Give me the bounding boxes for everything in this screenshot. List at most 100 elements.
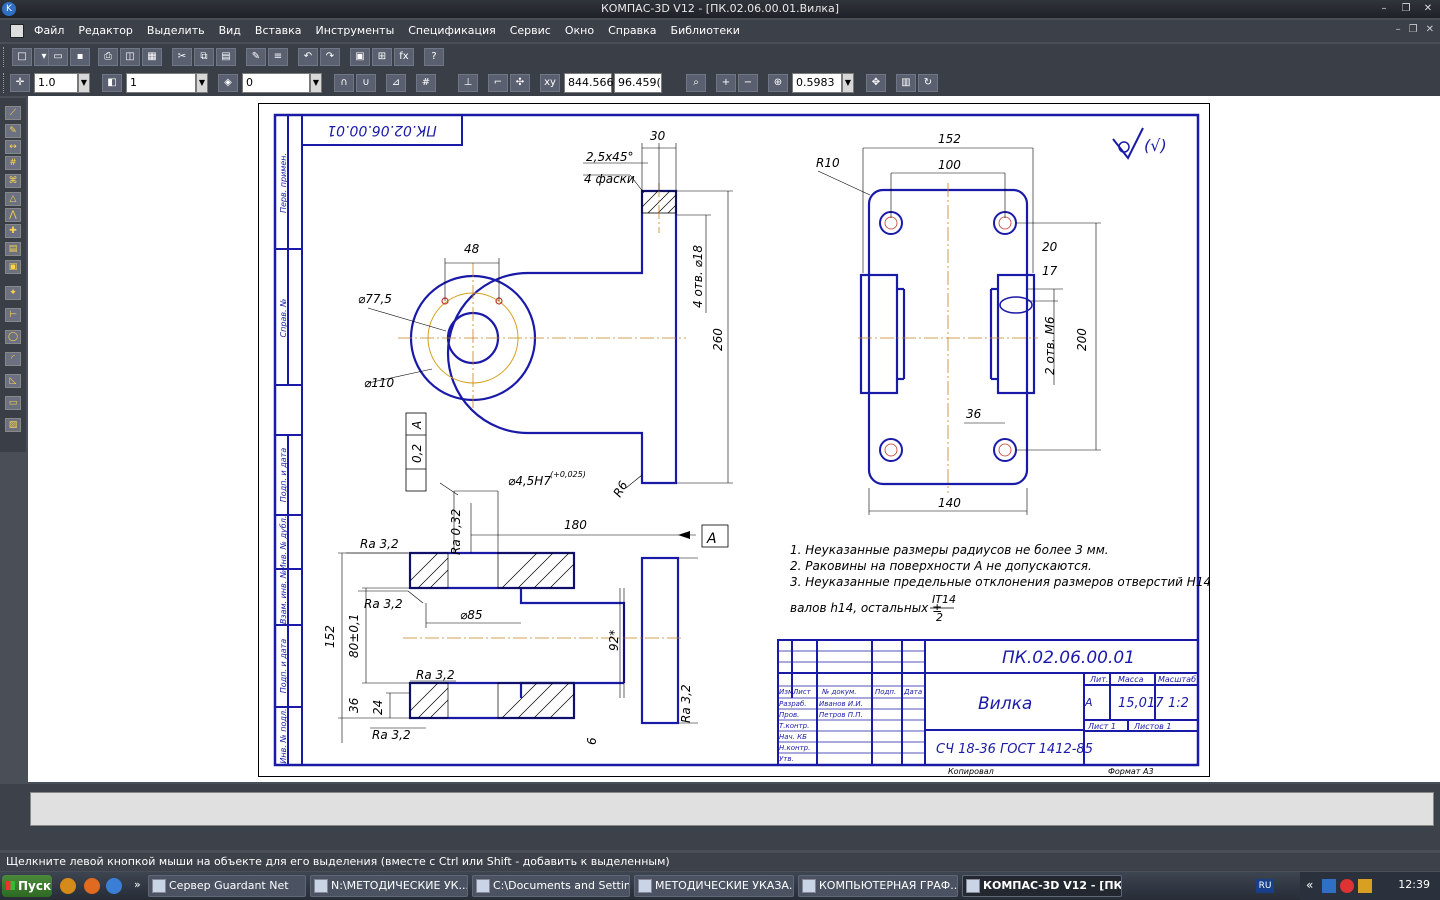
cursor-step-icon[interactable]: ✛ <box>10 74 30 92</box>
task-documents[interactable]: C:\Documents and Settin... <box>472 875 630 897</box>
redraw-icon[interactable]: ↻ <box>918 74 938 92</box>
close-button[interactable]: ✕ <box>1420 1 1436 16</box>
minimize-button[interactable]: – <box>1376 1 1392 16</box>
menu-view[interactable]: Вид <box>219 24 241 37</box>
preview-icon[interactable]: ◫ <box>120 48 140 66</box>
menu-help[interactable]: Справка <box>608 24 656 37</box>
open-icon[interactable]: ▭ <box>48 48 68 66</box>
polygon-icon[interactable]: ◺ <box>5 374 21 388</box>
zoom-dropdown[interactable]: ▼ <box>842 73 854 93</box>
tray-expand-icon[interactable]: « <box>1306 878 1313 892</box>
tray-antivirus-icon[interactable] <box>1340 879 1354 893</box>
menu-service[interactable]: Сервис <box>510 24 551 37</box>
menu-file[interactable]: Файл <box>34 24 64 37</box>
help-icon[interactable]: ? <box>424 48 444 66</box>
redo-icon[interactable]: ↷ <box>320 48 340 66</box>
menu-specification[interactable]: Спецификация <box>408 24 495 37</box>
task-folder-metod[interactable]: N:\МЕТОДИЧЕСКИЕ УК... <box>310 875 468 897</box>
snap-local-icon[interactable]: ∪ <box>356 74 376 92</box>
menu-window[interactable]: Окно <box>565 24 594 37</box>
firefox-icon[interactable] <box>84 878 100 894</box>
reports-icon[interactable]: ▤ <box>5 242 21 256</box>
refresh-icon[interactable]: ▥ <box>896 74 916 92</box>
style-icon[interactable]: ◈ <box>218 74 238 92</box>
symbols-icon[interactable]: # <box>5 156 21 170</box>
fx-icon[interactable]: fx <box>394 48 414 66</box>
toolbar-grip-2[interactable] <box>3 73 6 93</box>
tray-app-icon[interactable] <box>1358 879 1372 893</box>
pan-icon[interactable]: ✥ <box>866 74 886 92</box>
start-button[interactable]: Пуск <box>2 875 52 897</box>
grid-icon[interactable]: # <box>416 74 436 92</box>
xy-icon[interactable]: xy <box>540 74 560 92</box>
zoom-in-icon[interactable]: + <box>716 74 736 92</box>
menu-insert[interactable]: Вставка <box>255 24 302 37</box>
ortho-icon[interactable]: ⊿ <box>386 74 406 92</box>
layer-dropdown[interactable]: ▼ <box>196 73 208 93</box>
style-dropdown[interactable]: ▼ <box>310 73 322 93</box>
cut-icon[interactable]: ✂ <box>172 48 192 66</box>
ie-icon[interactable] <box>106 878 122 894</box>
print-icon[interactable]: ⎙ <box>98 48 118 66</box>
quicklaunch-more-icon[interactable]: » <box>134 878 141 891</box>
restore-button[interactable]: ❐ <box>1398 1 1414 16</box>
insert-icon[interactable]: ▣ <box>5 260 21 274</box>
x-coordinate-input[interactable]: 844.566 <box>564 73 614 93</box>
menu-tools[interactable]: Инструменты <box>316 24 395 37</box>
snap-icon[interactable]: ∩ <box>334 74 354 92</box>
tray-network-icon[interactable] <box>1322 879 1336 893</box>
parametrization-icon[interactable]: ⌘ <box>5 174 21 188</box>
dimensions-icon[interactable]: ↔ <box>5 140 21 154</box>
menu-select[interactable]: Выделить <box>147 24 205 37</box>
zoom-scale-icon[interactable]: ⊕ <box>768 74 788 92</box>
doc-restore-button[interactable]: ❐ <box>1409 24 1418 35</box>
zoom-out-icon[interactable]: − <box>738 74 758 92</box>
doc-close-button[interactable]: ✕ <box>1426 24 1434 35</box>
line-icon[interactable]: ⊢ <box>5 308 21 322</box>
language-indicator[interactable]: RU <box>1256 879 1274 893</box>
doc-minimize-button[interactable]: – <box>1396 24 1401 35</box>
layer-input[interactable]: 1 <box>126 73 196 93</box>
variables-icon[interactable]: ⊞ <box>372 48 392 66</box>
coordinates-icon[interactable]: ✣ <box>510 74 530 92</box>
layer-icon[interactable]: ◧ <box>102 74 122 92</box>
round-icon[interactable]: ⌐ <box>488 74 508 92</box>
manager-icon[interactable]: ▣ <box>350 48 370 66</box>
point-icon[interactable]: ✦ <box>5 286 21 300</box>
task-word-graphics[interactable]: КОМПЬЮТЕРНАЯ ГРАФ... <box>798 875 958 897</box>
new-file-icon[interactable]: □ <box>12 48 32 66</box>
menu-libraries[interactable]: Библиотеки <box>671 24 740 37</box>
properties-icon[interactable]: ✎ <box>246 48 266 66</box>
style-input[interactable]: 0 <box>242 73 310 93</box>
arc-icon[interactable]: ◜ <box>5 352 21 366</box>
hatch-icon[interactable]: ▨ <box>5 418 21 432</box>
save-icon[interactable]: ▪ <box>70 48 90 66</box>
local-cs-icon[interactable]: ⊥ <box>458 74 478 92</box>
rectangle-icon[interactable]: ▭ <box>5 396 21 410</box>
zoom-input[interactable]: 0.5983 <box>792 73 842 93</box>
task-word-metod[interactable]: МЕТОДИЧЕСКИЕ УКАЗА... <box>634 875 794 897</box>
zoom-window-icon[interactable]: ⌕ <box>686 74 706 92</box>
task-guardant[interactable]: Сервер Guardant Net <box>148 875 306 897</box>
undo-icon[interactable]: ↶ <box>298 48 318 66</box>
step-input[interactable]: 1.0 <box>34 73 78 93</box>
document-icon[interactable] <box>10 24 24 38</box>
step-dropdown[interactable]: ▼ <box>78 73 90 93</box>
paste-icon[interactable]: ▤ <box>216 48 236 66</box>
list-icon[interactable]: ≡ <box>268 48 288 66</box>
toolbar-grip[interactable] <box>3 47 6 67</box>
menu-edit[interactable]: Редактор <box>78 24 133 37</box>
copy-icon[interactable]: ⧉ <box>194 48 214 66</box>
edit-icon[interactable]: ✎ <box>5 124 21 138</box>
print-setup-icon[interactable]: ▦ <box>142 48 162 66</box>
measure-icon[interactable]: △ <box>5 192 21 206</box>
spec-icon[interactable]: ✚ <box>5 224 21 238</box>
quicklaunch-app-icon[interactable] <box>60 878 76 894</box>
task-kompas[interactable]: КОМПАС-3D V12 - [ПК... <box>962 875 1122 897</box>
y-coordinate-input[interactable]: 96.459( <box>614 73 662 93</box>
geometry-icon[interactable]: ⟋ <box>5 106 21 120</box>
select-icon[interactable]: ⋀ <box>5 208 21 222</box>
properties-panel-area[interactable] <box>30 792 1434 826</box>
circle-icon[interactable]: ◯ <box>5 330 21 344</box>
drawing-sheet[interactable]: Перв. примен. Справ. № Подп. и дата Инв.… <box>258 103 1210 777</box>
